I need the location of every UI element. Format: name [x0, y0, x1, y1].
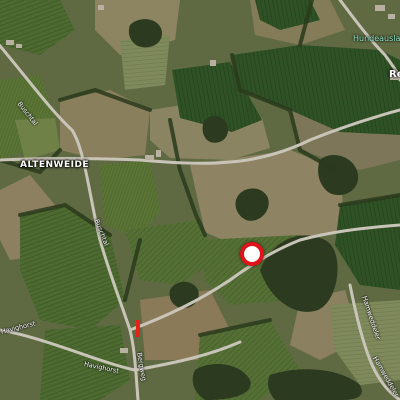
field: [40, 325, 130, 400]
location-pin-icon[interactable]: [240, 242, 264, 266]
satellite-map[interactable]: ALTENWEIDE Hundeauslauf Re Buschtal Busc…: [0, 0, 400, 400]
satellite-imagery: [0, 0, 400, 400]
road-marker: [136, 320, 140, 337]
